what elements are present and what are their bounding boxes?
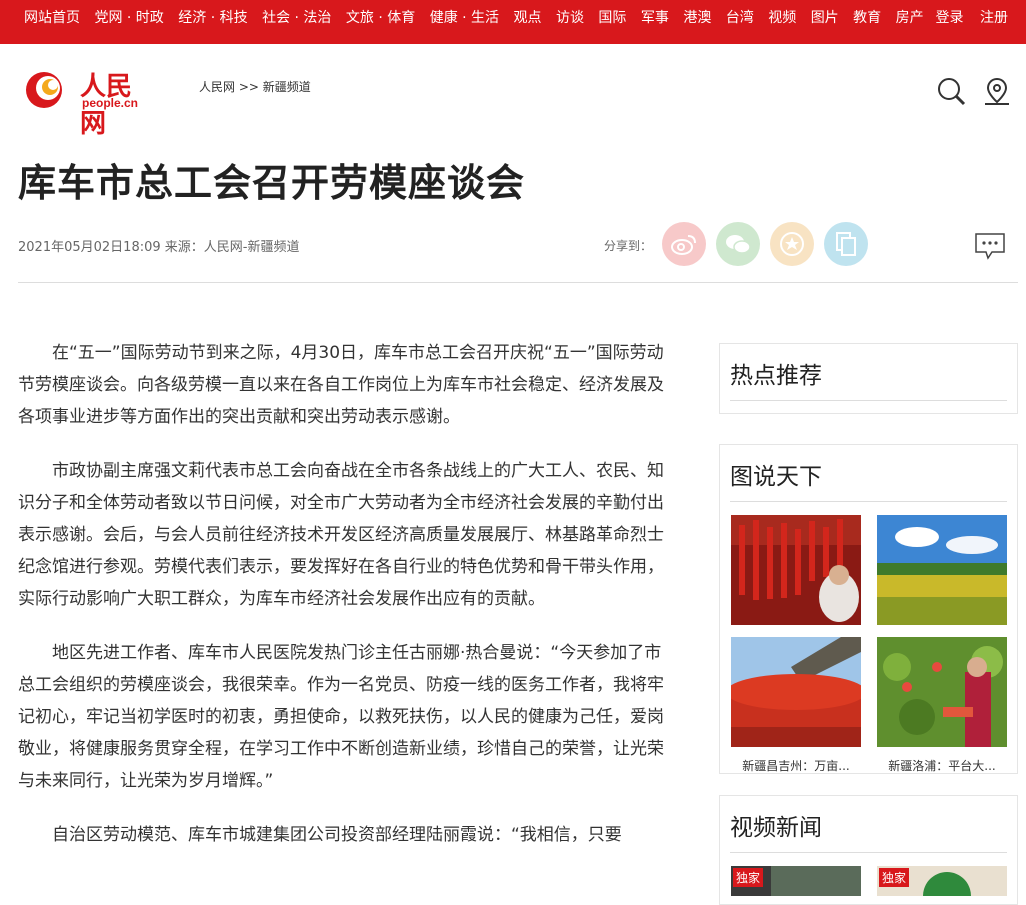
top-nav-bar: 网站首页 党网 · 时政 经济 · 科技 社会 · 法治 文旅 · 体育 健康 … xyxy=(0,0,1026,44)
login-link[interactable]: 登录 xyxy=(936,10,964,26)
hot-recommend-box: 热点推荐 xyxy=(719,343,1018,414)
top-nav: 网站首页 党网 · 时政 经济 · 科技 社会 · 法治 文旅 · 体育 健康 … xyxy=(24,7,934,27)
weibo-icon xyxy=(671,235,696,255)
article-paragraph: 在“五一”国际劳动节到来之际，4月30日，库车市总工会召开庆祝“五一”国际劳动节… xyxy=(18,343,664,427)
nav-item[interactable]: 社会 · 法治 xyxy=(262,10,331,26)
register-link[interactable]: 注册 xyxy=(980,10,1008,26)
copy-link-button[interactable] xyxy=(824,222,868,266)
article-title: 库车市总工会召开劳模座谈会 xyxy=(18,161,526,205)
search-icon[interactable] xyxy=(936,76,966,106)
copy-icon xyxy=(836,232,856,256)
nav-item[interactable]: 健康 · 生活 xyxy=(430,10,499,26)
site-logo[interactable]: 人民网 people.cn xyxy=(22,66,142,139)
nav-item[interactable]: 党网 · 时政 xyxy=(94,10,163,26)
nav-item[interactable]: 图片 xyxy=(811,10,839,26)
article-meta: 2021年05月02日18:09 来源：人民网-新疆频道 xyxy=(18,240,300,255)
nav-item[interactable]: 教育 xyxy=(853,10,881,26)
photo-news-title: 图说天下 xyxy=(730,445,1007,502)
article-paragraph: 自治区劳动模范、库车市城建集团公司投资部经理陆丽霞说：“我相信，只要 xyxy=(52,825,622,845)
photo-thumb-peppers[interactable] xyxy=(731,515,861,625)
photo-thumb-peaches[interactable] xyxy=(877,637,1007,747)
photo-thumb-field[interactable] xyxy=(877,515,1007,625)
nav-item[interactable]: 房产 xyxy=(896,10,924,26)
tomatoes-image xyxy=(731,637,861,747)
article-paragraph: 地区先进工作者、库车市人民医院发热门诊主任古丽娜·热合曼说：“今天参加了市总工会… xyxy=(18,643,664,791)
wechat-share-button[interactable] xyxy=(716,222,760,266)
photo-thumb-tomatoes[interactable] xyxy=(731,637,861,747)
logo-subtext: people.cn xyxy=(82,96,139,110)
favorite-share-button[interactable] xyxy=(770,222,814,266)
article-paragraph: 市政协副主席强文莉代表市总工会向奋战在全市各条战线上的广大工人、农民、知识分子和… xyxy=(18,461,664,609)
exclusive-badge: 独家 xyxy=(879,868,910,887)
exclusive-badge: 独家 xyxy=(733,868,764,887)
breadcrumb[interactable]: 人民网 >> 新疆频道 xyxy=(199,78,311,95)
video-news-title: 视频新闻 xyxy=(730,796,1007,853)
wechat-icon xyxy=(726,235,751,254)
article-body: 在“五一”国际劳动节到来之际，4月30日，库车市总工会召开庆祝“五一”国际劳动节… xyxy=(18,337,674,873)
nav-item[interactable]: 观点 xyxy=(514,10,542,26)
nav-item[interactable]: 访谈 xyxy=(556,10,584,26)
header-divider xyxy=(18,282,1018,283)
nav-item[interactable]: 港澳 xyxy=(683,10,711,26)
field-image xyxy=(877,515,1007,625)
nav-item[interactable]: 台湾 xyxy=(726,10,754,26)
star-icon xyxy=(780,232,804,256)
peppers-image xyxy=(731,515,861,625)
photo-caption[interactable]: 新疆昌吉州：万亩... xyxy=(731,757,861,774)
share-label: 分享到： xyxy=(604,239,653,253)
nav-item[interactable]: 文旅 · 体育 xyxy=(346,10,415,26)
weibo-share-button[interactable] xyxy=(662,222,706,266)
comment-icon[interactable] xyxy=(974,232,1006,260)
nav-item[interactable]: 国际 xyxy=(598,10,626,26)
nav-item[interactable]: 视频 xyxy=(768,10,796,26)
account-links: 登录 注册 xyxy=(924,7,1008,27)
hot-recommend-title: 热点推荐 xyxy=(730,344,1007,401)
logo-swirl-icon xyxy=(26,72,62,108)
location-icon[interactable] xyxy=(982,76,1012,106)
nav-item[interactable]: 经济 · 科技 xyxy=(178,10,247,26)
nav-item[interactable]: 军事 xyxy=(641,10,669,26)
photo-caption[interactable]: 新疆洛浦：平台大... xyxy=(877,757,1007,774)
peaches-image xyxy=(877,637,1007,747)
nav-item[interactable]: 网站首页 xyxy=(24,10,80,26)
